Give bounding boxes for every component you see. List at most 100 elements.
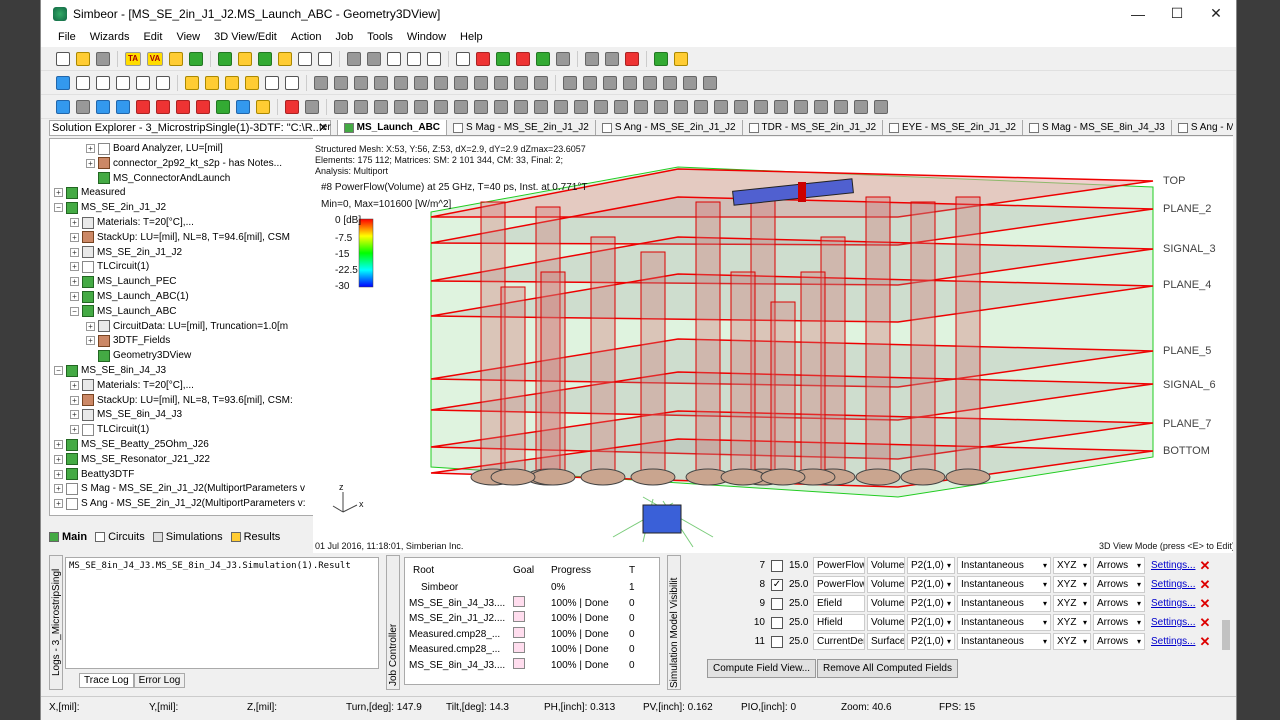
crosshair-icon[interactable] [285, 75, 299, 90]
settings-link[interactable]: Settings... [1151, 560, 1195, 571]
tree-item[interactable]: +3DTF_Fields [86, 333, 170, 348]
grid-icon[interactable] [456, 51, 470, 66]
mode-select[interactable]: Instantaneous [957, 576, 1051, 593]
expand-icon[interactable]: + [70, 425, 79, 435]
shape-8-icon[interactable] [703, 75, 717, 90]
axes-select[interactable]: XYZ [1053, 557, 1091, 574]
stackup-icon[interactable] [169, 51, 183, 66]
prim-16-icon[interactable] [634, 99, 648, 114]
tdr-icon[interactable] [556, 51, 570, 66]
expand-icon[interactable]: + [70, 277, 79, 287]
tree-item[interactable]: − MS_SE_8in_J4_J3 [54, 363, 166, 378]
shape-4-icon[interactable] [623, 75, 637, 90]
tree-item[interactable]: Geometry3DView [86, 348, 191, 363]
delete-icon[interactable]: ✕ [1199, 558, 1210, 574]
prim-1-icon[interactable] [334, 99, 348, 114]
snap-icon[interactable] [285, 99, 299, 114]
menu-3d-view-edit[interactable]: 3D View/Edit [207, 31, 284, 43]
reset-view-icon[interactable] [156, 75, 170, 90]
axes-select[interactable]: XYZ [1053, 595, 1091, 612]
stop-icon[interactable] [585, 51, 599, 66]
zoom-fit-icon[interactable] [136, 75, 150, 90]
shape-6-icon[interactable] [663, 75, 677, 90]
redo-icon[interactable] [367, 51, 381, 66]
pause-icon[interactable] [605, 51, 619, 66]
expand-icon[interactable]: + [86, 144, 95, 153]
tree-item[interactable]: + S Mag - MS_SE_2in_J1_J2(MultiportParame… [54, 481, 305, 496]
align-8-icon[interactable] [454, 75, 468, 90]
style-select[interactable]: Arrows [1093, 557, 1145, 574]
doc-tab-7[interactable]: S Ang - MS_SE_8in_J4_ [1172, 120, 1233, 135]
port-select[interactable]: P2(1,0) [907, 633, 955, 650]
tree-item[interactable]: + Board Analyzer, LU=[mil] [86, 141, 223, 156]
doc-tab-6[interactable]: S Mag - MS_SE_8in_J4_J3 [1023, 120, 1172, 135]
layer-2-icon[interactable] [116, 99, 130, 114]
menu-edit[interactable]: Edit [136, 31, 169, 43]
va-button[interactable]: VA [147, 51, 163, 66]
solution-tree[interactable]: + Board Analyzer, LU=[mil] + connector_2p92… [49, 138, 331, 516]
tree-item[interactable]: + MS_SE_8in_J4_J3 [70, 407, 182, 422]
style-select[interactable]: Arrows [1093, 633, 1145, 650]
prim-7-icon[interactable] [454, 99, 468, 114]
field-view-row[interactable]: 11 25.0 CurrentDensSurfaceP2(1,0)Instantan… [747, 632, 1210, 651]
menu-wizards[interactable]: Wizards [83, 31, 137, 43]
style-select[interactable]: Arrows [1093, 614, 1145, 631]
settings-link[interactable]: Settings... [1151, 579, 1195, 590]
delete-icon[interactable]: ✕ [1199, 634, 1210, 650]
pan-icon[interactable] [96, 75, 110, 90]
pi-icon[interactable] [196, 99, 210, 114]
trace-log-box[interactable]: MS_SE_8in_J4_J3.MS_SE_8in_J4_J3.Simulati… [65, 557, 379, 669]
prim-14-icon[interactable] [594, 99, 608, 114]
settings-link[interactable]: Settings... [1151, 598, 1195, 609]
simulate-icon[interactable] [476, 51, 490, 66]
view-3d-icon[interactable] [185, 75, 199, 90]
expand-icon[interactable]: + [70, 232, 79, 242]
panel-scrollbar[interactable] [1220, 560, 1232, 688]
style-select[interactable]: Arrows [1093, 595, 1145, 612]
maximize-button[interactable]: ☐ [1158, 0, 1196, 27]
globe-icon[interactable] [654, 51, 668, 66]
menu-job[interactable]: Job [328, 31, 360, 43]
tree-item[interactable]: + S Ang - MS_SE_2in_J1_J2(MultiportParame… [54, 496, 306, 511]
expand-icon[interactable]: + [70, 410, 79, 420]
prim-18-icon[interactable] [674, 99, 688, 114]
prim-8-icon[interactable] [474, 99, 488, 114]
settings-link[interactable]: Settings... [1151, 617, 1195, 628]
field-view-row[interactable]: 9 25.0 EfieldVolumeP2(1,0)InstantaneousXYZ… [747, 594, 1210, 613]
prim-28-icon[interactable] [874, 99, 888, 114]
prim-22-icon[interactable] [754, 99, 768, 114]
tab-circuits[interactable]: Circuits [95, 531, 145, 543]
mode-select[interactable]: Instantaneous [957, 557, 1051, 574]
expand-icon[interactable]: − [54, 203, 63, 213]
visibility-checkbox[interactable] [771, 597, 783, 610]
port-select[interactable]: P2(1,0) [907, 614, 955, 631]
field-view-row[interactable]: 10 25.0 HfieldVolumeP2(1,0)InstantaneousXY… [747, 613, 1210, 632]
close-button[interactable]: ✕ [1197, 0, 1235, 27]
material-icon[interactable] [189, 51, 203, 66]
refresh-icon[interactable] [236, 99, 250, 114]
shape-7-icon[interactable] [683, 75, 697, 90]
expand-icon[interactable]: + [54, 484, 63, 494]
prim-12-icon[interactable] [554, 99, 568, 114]
tree-item[interactable]: + MS_SE_2in_J1_J2 [70, 245, 182, 260]
align-icon[interactable] [314, 75, 328, 90]
flag-icon[interactable] [625, 51, 639, 66]
align-9-icon[interactable] [474, 75, 488, 90]
align-10-icon[interactable] [494, 75, 508, 90]
tree-item[interactable]: − MS_Launch_ABC [70, 304, 177, 319]
eye-icon[interactable] [536, 51, 550, 66]
visibility-checkbox[interactable] [771, 559, 783, 572]
tree-item[interactable]: + Materials: T=20[°C],... [70, 378, 194, 393]
edit-icon[interactable] [407, 51, 421, 66]
prim-23-icon[interactable] [774, 99, 788, 114]
job-row[interactable]: MS_SE_8in_J4_J3.... 100% | Done 0 [405, 658, 659, 673]
via-icon[interactable] [136, 99, 150, 114]
align-5-icon[interactable] [394, 75, 408, 90]
port-select[interactable]: P2(1,0) [907, 557, 955, 574]
expand-icon[interactable]: + [70, 247, 79, 257]
port-select[interactable]: P2(1,0) [907, 576, 955, 593]
help-icon[interactable] [674, 51, 688, 66]
menu-file[interactable]: File [51, 31, 83, 43]
expand-icon[interactable]: + [70, 292, 79, 301]
axis-icon[interactable] [56, 99, 70, 114]
